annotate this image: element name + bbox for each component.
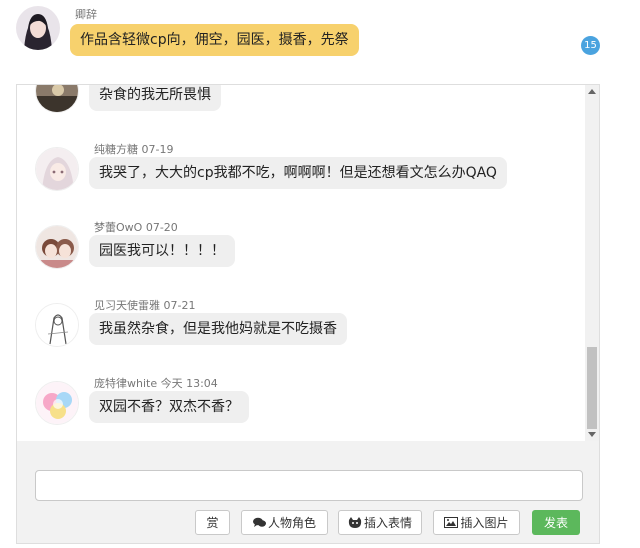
avatar[interactable] — [35, 147, 79, 191]
avatar[interactable] — [35, 303, 79, 347]
comment-meta: 见习天使雷雅 07-21 — [94, 297, 195, 313]
character-button[interactable]: 人物角色 — [241, 510, 328, 535]
comment-meta: 庞特律white 今天 13:04 — [94, 375, 218, 391]
comment-item: 见习天使雷雅 07-21 我虽然杂食，但是我他妈就是不吃摄香 — [17, 297, 577, 367]
insert-emoji-label: 插入表情 — [363, 516, 412, 530]
send-button[interactable]: 发表 — [532, 510, 580, 535]
insert-emoji-button[interactable]: 插入表情 — [338, 510, 422, 535]
reward-button[interactable]: 赏 — [195, 510, 230, 535]
scroll-up-arrow-icon[interactable] — [588, 89, 596, 94]
picture-icon — [444, 517, 459, 528]
comment-date: 今天 13:04 — [160, 377, 218, 390]
comment-item: 纯糖方糖 07-19 我哭了，大大的cp我都不吃，啊啊啊！但是还想看文怎么办QA… — [17, 141, 577, 211]
insert-image-label: 插入图片 — [460, 516, 509, 530]
post-author-name[interactable]: 卿辞 — [75, 6, 97, 22]
comment-username[interactable]: 梦蕾OwO — [94, 221, 142, 234]
scroll-down-arrow-icon[interactable] — [588, 432, 596, 437]
character-label: 人物角色 — [267, 516, 316, 530]
comment-username[interactable]: 见习天使雷雅 — [94, 299, 160, 312]
comment-message: 园医我可以！！！！ — [89, 235, 235, 267]
comment-item: 杂食的我无所畏惧 — [17, 85, 577, 133]
comment-date: 07-20 — [145, 221, 178, 234]
avatar[interactable] — [35, 381, 79, 425]
comment-username[interactable]: 纯糖方糖 — [94, 143, 138, 156]
cat-face-icon — [348, 516, 362, 528]
reward-label: 赏 — [206, 516, 219, 530]
comment-message: 双园不香？双杰不香？ — [89, 391, 249, 423]
scrollbar[interactable] — [585, 85, 599, 441]
comment-item: 庞特律white 今天 13:04 双园不香？双杰不香？ — [17, 375, 577, 441]
avatar[interactable] — [16, 6, 60, 50]
insert-image-button[interactable]: 插入图片 — [433, 510, 520, 535]
comment-meta: 纯糖方糖 07-19 — [94, 141, 173, 157]
comment-panel: 杂食的我无所畏惧 纯糖方糖 07-19 我哭了，大大的cp我都不吃，啊啊啊！但是… — [16, 84, 600, 544]
comment-date: 07-19 — [141, 143, 174, 156]
comment-date: 07-21 — [163, 299, 196, 312]
comment-message: 我虽然杂食，但是我他妈就是不吃摄香 — [89, 313, 347, 345]
comment-item: 梦蕾OwO 07-20 园医我可以！！！！ — [17, 219, 577, 289]
avatar[interactable] — [35, 225, 79, 269]
comment-meta: 梦蕾OwO 07-20 — [94, 219, 178, 235]
comment-username[interactable]: 庞特律white — [94, 377, 157, 390]
post-message: 作品含轻微cp向，佣空，园医，摄香，先祭 — [70, 24, 359, 56]
reply-count-badge[interactable]: 15 — [581, 36, 600, 55]
comment-list: 杂食的我无所畏惧 纯糖方糖 07-19 我哭了，大大的cp我都不吃，啊啊啊！但是… — [17, 85, 585, 441]
avatar[interactable] — [35, 85, 79, 113]
reply-input[interactable] — [35, 470, 583, 501]
comment-message: 杂食的我无所畏惧 — [89, 85, 221, 111]
scrollbar-thumb[interactable] — [587, 347, 597, 429]
comment-message: 我哭了，大大的cp我都不吃，啊啊啊！但是还想看文怎么办QAQ — [89, 157, 507, 189]
speech-bubbles-icon — [252, 517, 266, 527]
